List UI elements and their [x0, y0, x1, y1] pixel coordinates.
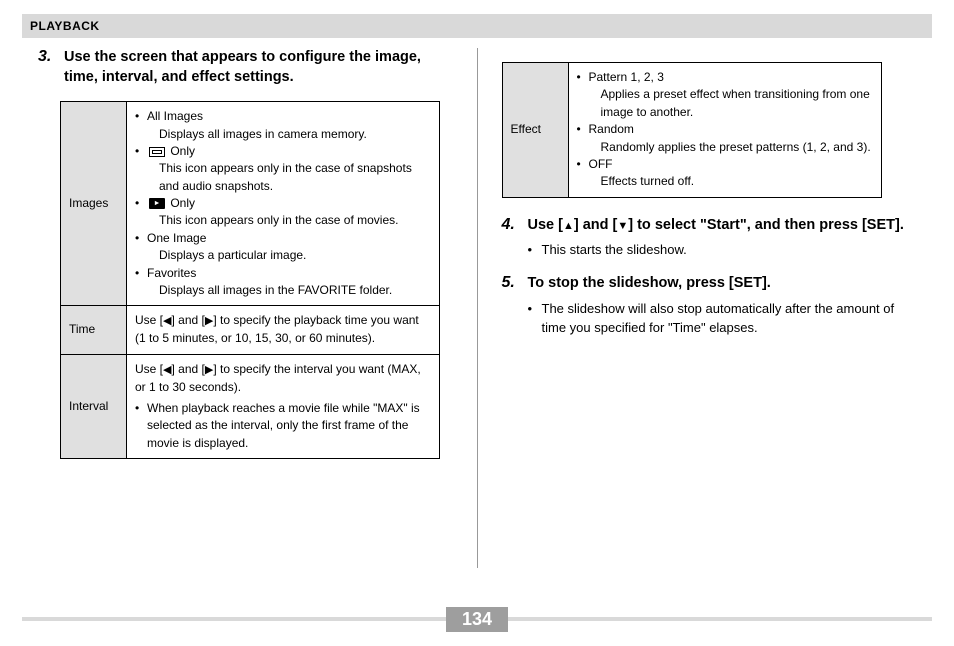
row-label-images: Images: [61, 102, 127, 306]
bullet-desc: This icon appears only in the case of mo…: [147, 212, 398, 229]
bullet-desc: Displays a particular image.: [147, 247, 306, 264]
bullet-text: Only: [167, 144, 195, 158]
step-number: 5.: [502, 274, 520, 341]
text-fragment: ] and [: [171, 313, 204, 327]
footer-line: [22, 617, 446, 621]
table-row: Interval Use [◀] and [▶] to specify the …: [61, 354, 440, 459]
table-row: Effect •Pattern 1, 2, 3Applies a preset …: [502, 63, 881, 198]
step-5: 5. To stop the slideshow, press [SET]. •…: [502, 274, 917, 341]
row-label-time: Time: [61, 306, 127, 354]
row-label-interval: Interval: [61, 354, 127, 459]
text-fragment: ] and [: [574, 217, 618, 233]
row-body-images: •All ImagesDisplays all images in camera…: [127, 102, 440, 306]
text-fragment: Use [: [135, 313, 163, 327]
text-fragment: Use [: [528, 217, 563, 233]
step-title: To stop the slideshow, press [SET].: [528, 274, 917, 294]
bullet-desc: Applies a preset effect when transitioni…: [589, 86, 873, 121]
bullet-text: All Images: [147, 109, 203, 123]
step-number: 3.: [38, 48, 56, 87]
bullet-desc: Randomly applies the preset patterns (1,…: [589, 139, 871, 156]
text-fragment: ] to select "Start", and then press [SET…: [628, 217, 904, 233]
bullet-text: Only: [167, 196, 195, 210]
settings-table-right: Effect •Pattern 1, 2, 3Applies a preset …: [502, 62, 882, 198]
bullet-text: OFF: [589, 157, 613, 171]
section-title: PLAYBACK: [30, 19, 100, 33]
text-fragment: ] and [: [171, 362, 204, 376]
step-3: 3. Use the screen that appears to config…: [38, 48, 453, 87]
bullet-text: Random: [589, 122, 634, 136]
down-arrow-icon: ▼: [617, 220, 628, 232]
bullet-desc: This icon appears only in the case of sn…: [147, 160, 431, 195]
step-title: Use [▲] and [▼] to select "Start", and t…: [528, 216, 917, 236]
bullet-text: One Image: [147, 231, 206, 245]
row-body-effect: •Pattern 1, 2, 3Applies a preset effect …: [568, 63, 881, 198]
row-body-time: Use [◀] and [▶] to specify the playback …: [127, 306, 440, 354]
step-number: 4.: [502, 216, 520, 264]
left-column: 3. Use the screen that appears to config…: [22, 48, 477, 568]
settings-table-left: Images •All ImagesDisplays all images in…: [60, 101, 440, 459]
bullet-desc: Displays all images in camera memory.: [147, 126, 367, 143]
content-columns: 3. Use the screen that appears to config…: [22, 48, 932, 568]
row-body-interval: Use [◀] and [▶] to specify the interval …: [127, 354, 440, 459]
page-footer: 134: [22, 606, 932, 632]
bullet-text: When playback reaches a movie file while…: [147, 400, 431, 452]
bullet-desc: Effects turned off.: [589, 173, 695, 190]
table-row: Images •All ImagesDisplays all images in…: [61, 102, 440, 306]
movie-icon: ►: [149, 198, 165, 209]
sub-text: The slideshow will also stop automatical…: [542, 300, 917, 338]
bullet-text: Pattern 1, 2, 3: [589, 70, 664, 84]
section-header: PLAYBACK: [22, 14, 932, 38]
footer-line: [508, 617, 932, 621]
right-column: Effect •Pattern 1, 2, 3Applies a preset …: [478, 48, 933, 568]
text-fragment: Use [: [135, 362, 163, 376]
row-label-effect: Effect: [502, 63, 568, 198]
sub-text: This starts the slideshow.: [542, 241, 687, 260]
bullet-desc: Displays all images in the FAVORITE fold…: [147, 282, 392, 299]
step-4: 4. Use [▲] and [▼] to select "Start", an…: [502, 216, 917, 264]
table-row: Time Use [◀] and [▶] to specify the play…: [61, 306, 440, 354]
step-title: Use the screen that appears to configure…: [64, 48, 453, 87]
snapshot-icon: [149, 147, 165, 157]
bullet-text: Favorites: [147, 266, 196, 280]
up-arrow-icon: ▲: [563, 220, 574, 232]
page-number: 134: [446, 607, 508, 632]
